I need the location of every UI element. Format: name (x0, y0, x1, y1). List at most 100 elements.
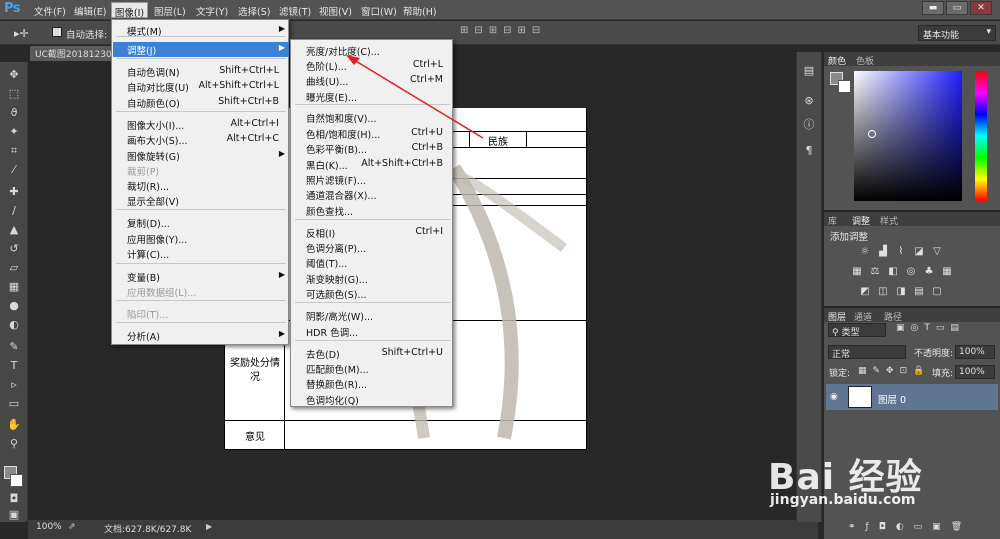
menu-item-calculations[interactable]: 计算(C)... (113, 246, 289, 261)
menu-item-reveal-all[interactable]: 显示全部(V) (113, 193, 289, 208)
brush-icon[interactable]: ∕ (6, 204, 22, 218)
menu-item-adjustments[interactable]: 调整(J) ▶ (113, 42, 289, 57)
crop-icon[interactable]: ⌗ (6, 144, 22, 158)
brightness-icon[interactable]: ☼ (858, 246, 872, 258)
healing-icon[interactable]: ✚ (6, 185, 22, 199)
minimize-button[interactable]: ▬ (922, 1, 944, 15)
status-arrow-icon[interactable]: ▶ (206, 522, 212, 531)
curves-icon[interactable]: ⌇ (894, 246, 908, 258)
background-color-swatch[interactable] (10, 474, 23, 487)
move-tool-icon[interactable]: ▸✛ (14, 27, 29, 40)
tab-layers[interactable]: 图层 (828, 310, 846, 323)
menu-item-apply-data-set[interactable]: 应用数据组(L)... (113, 284, 289, 299)
menu-item-auto-tone[interactable]: 自动色调(N) Shift+Ctrl+L (113, 64, 289, 79)
menu-window[interactable]: 窗口(W) (361, 4, 397, 18)
adjust-item-19[interactable]: 匹配颜色(M)... (292, 361, 453, 376)
adjust-item-11[interactable]: 反相(I) Ctrl+I (292, 225, 453, 240)
exposure-icon[interactable]: ◪ (912, 246, 926, 258)
workspace-select[interactable]: 基本功能 ▾ (918, 25, 996, 41)
dodge-icon[interactable]: ◐ (6, 318, 22, 332)
levels-icon[interactable]: ▟ (876, 246, 890, 258)
posterize-icon[interactable]: ◫ (876, 286, 890, 298)
tab-channels[interactable]: 通道 (854, 310, 872, 323)
adjust-item-17[interactable]: HDR 色调... (292, 324, 453, 339)
adjust-item-10[interactable]: 颜色查找... (292, 203, 453, 218)
opacity-input[interactable]: 100% (955, 345, 995, 359)
adjust-item-9[interactable]: 通道混合器(X)... (292, 187, 453, 202)
menu-item-apply-image[interactable]: 应用图像(Y)... (113, 231, 289, 246)
hue-sat-icon[interactable]: ▦ (850, 266, 864, 278)
zoom-icon[interactable]: ⚲ (6, 437, 22, 451)
color-balance-icon[interactable]: ⚖ (868, 266, 882, 278)
menu-item-trap[interactable]: 陷印(T)... (113, 306, 289, 321)
layer-thumbnail[interactable] (848, 386, 872, 408)
quick-mask-icon[interactable]: ◘ (6, 492, 22, 506)
vibrance-icon[interactable]: ▽ (930, 246, 944, 258)
eraser-icon[interactable]: ▱ (6, 261, 22, 275)
layer-filter-icons[interactable]: ▣◎T▭▤ (896, 323, 965, 333)
menu-item-image-rotation[interactable]: 图像旋转(G) ▶ (113, 148, 289, 163)
menu-select[interactable]: 选择(S) (238, 4, 270, 18)
layer-kind-filter[interactable]: ⚲ 类型 (828, 323, 886, 338)
adjust-item-14[interactable]: 渐变映射(G)... (292, 271, 453, 286)
export-icon[interactable]: ⇗ (68, 522, 76, 532)
history-brush-icon[interactable]: ↺ (6, 242, 22, 256)
menu-file[interactable]: 文件(F) (34, 4, 66, 18)
stamp-icon[interactable]: ▲ (6, 223, 22, 237)
threshold-icon[interactable]: ◨ (894, 286, 908, 298)
gradient-map-icon[interactable]: ▤ (912, 286, 926, 298)
blend-mode-select[interactable]: 正常 (828, 345, 906, 360)
close-button[interactable]: ✕ (970, 1, 992, 15)
magic-wand-icon[interactable]: ✦ (6, 125, 22, 139)
info-icon[interactable]: ⓘ (800, 116, 818, 132)
align-icons[interactable]: ⊞⊟⊞⊟⊞⊟ (460, 25, 590, 41)
menu-filter[interactable]: 滤镜(T) (279, 4, 311, 18)
adjust-item-7[interactable]: 黑白(K)... Alt+Shift+Ctrl+B (292, 157, 453, 172)
adjust-item-13[interactable]: 阈值(T)... (292, 255, 453, 270)
adjust-item-16[interactable]: 阴影/高光(W)... (292, 308, 453, 323)
selective-color-icon[interactable]: ▢ (930, 286, 944, 298)
shape-icon[interactable]: ▭ (6, 397, 22, 411)
tab-swatches[interactable]: 色板 (856, 54, 874, 67)
adjust-item-20[interactable]: 替换颜色(R)... (292, 376, 453, 391)
lock-icons[interactable]: ▦✎✥⊡🔒 (858, 366, 930, 376)
screen-mode-icon[interactable]: ▣ (6, 508, 22, 522)
zoom-level[interactable]: 100% (36, 522, 62, 532)
type-icon[interactable]: T (6, 359, 22, 373)
move-icon[interactable]: ✥ (6, 68, 22, 82)
paragraph-icon[interactable]: ¶ (800, 144, 818, 160)
menu-view[interactable]: 视图(V) (319, 4, 352, 18)
menu-item-auto-contrast[interactable]: 自动对比度(U) Alt+Shift+Ctrl+L (113, 79, 289, 94)
menu-item-variables[interactable]: 变量(B) ▶ (113, 269, 289, 284)
tab-color[interactable]: 颜色 (828, 54, 846, 67)
tab-library[interactable]: 库 (828, 214, 837, 227)
history-icon[interactable]: ▤ (800, 64, 818, 80)
hand-icon[interactable]: ✋ (6, 418, 22, 432)
channel-mixer-icon[interactable]: ♣ (922, 266, 936, 278)
menu-item-auto-color[interactable]: 自动颜色(O) Shift+Ctrl+B (113, 95, 289, 110)
properties-icon[interactable]: ⊛ (800, 94, 818, 110)
tab-adjustments[interactable]: 调整 (852, 214, 870, 227)
bw-icon[interactable]: ◧ (886, 266, 900, 278)
marquee-icon[interactable]: ⬚ (6, 87, 22, 101)
pen-icon[interactable]: ✎ (6, 340, 22, 354)
gradient-icon[interactable]: ▦ (6, 280, 22, 294)
auto-select-checkbox[interactable] (52, 27, 62, 37)
layer-footer-icons[interactable]: ⚭ƒ◘◐▭▣🗑 (848, 522, 972, 532)
menu-item-duplicate[interactable]: 复制(D)... (113, 215, 289, 230)
adjust-item-8[interactable]: 照片滤镜(F)... (292, 172, 453, 187)
eyedropper-icon[interactable]: ⁄ (6, 163, 22, 177)
menu-image[interactable]: 图像(I) (111, 2, 148, 19)
adjust-item-15[interactable]: 可选颜色(S)... (292, 286, 453, 301)
lasso-icon[interactable]: ϑ (6, 106, 22, 120)
fill-input[interactable]: 100% (955, 365, 995, 379)
adjust-item-18[interactable]: 去色(D) Shift+Ctrl+U (292, 346, 453, 361)
path-select-icon[interactable]: ▹ (6, 378, 22, 392)
document-tab[interactable]: UC截图20181230 (30, 46, 112, 61)
menu-type[interactable]: 文字(Y) (196, 4, 228, 18)
menu-help[interactable]: 帮助(H) (403, 4, 437, 18)
invert-icon[interactable]: ◩ (858, 286, 872, 298)
menu-item-trim[interactable]: 裁切(R)... (113, 178, 289, 193)
blur-icon[interactable]: ● (6, 299, 22, 313)
eye-icon[interactable]: ◉ (830, 392, 838, 402)
